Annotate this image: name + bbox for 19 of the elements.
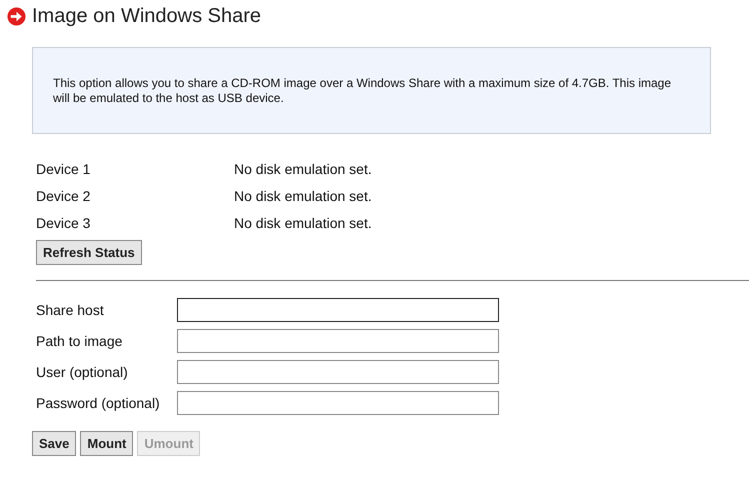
device-name: Device 2 — [36, 187, 92, 205]
field-label: Path to image — [36, 332, 124, 350]
device-status: No disk emulation set. — [234, 160, 373, 178]
field-label: Share host — [36, 301, 105, 319]
device-status: No disk emulation set. — [234, 214, 373, 232]
refresh-status-button[interactable]: Refresh Status — [36, 240, 142, 265]
field-label: Password (optional) — [36, 394, 161, 412]
input-field[interactable] — [177, 360, 499, 384]
device-status: No disk emulation set. — [234, 187, 373, 205]
input-field[interactable] — [177, 329, 499, 353]
action-button[interactable]: Mount — [80, 431, 134, 456]
input-field[interactable] — [177, 391, 499, 415]
info-text: This option allows you to share a CD-ROM image over a Windows Share with a maximum size of 4.7GB. This image will be emulated to the host as USB device. — [53, 76, 672, 106]
field-label: User (optional) — [36, 363, 129, 381]
action-button[interactable]: Save — [32, 431, 76, 456]
device-name: Device 1 — [36, 160, 92, 178]
page-title: Image on Windows Share — [32, 4, 262, 28]
device-name: Device 3 — [36, 214, 92, 232]
input-field[interactable] — [177, 298, 499, 322]
